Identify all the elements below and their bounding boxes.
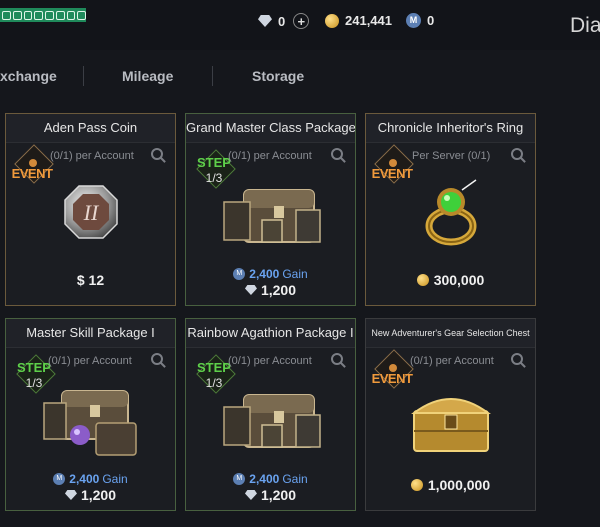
add-diamonds-button[interactable]: + [293, 13, 310, 29]
event-badge-label: EVENT [371, 371, 413, 386]
event-badge: EVENT [370, 144, 414, 192]
adena-coin-icon [416, 274, 429, 286]
gain-value: 2,400 [249, 267, 280, 281]
product-title: Aden Pass Coin [6, 114, 175, 143]
chest-item-image [42, 390, 137, 456]
product-title: New Adventurer's Gear Selection Chest [366, 319, 535, 348]
mileage-amount: 0 [427, 13, 435, 28]
status-icon [55, 10, 65, 20]
status-icon [45, 10, 54, 20]
gain-label: Gain [282, 472, 308, 486]
mileage-icon: M [53, 473, 66, 485]
diamond-price-value: 1,200 [80, 487, 117, 503]
zoom-icon[interactable] [511, 148, 523, 160]
tab-divider [212, 66, 213, 86]
gain-label: Gain [282, 267, 308, 281]
product-title: Rainbow Agathion Package I [186, 319, 355, 348]
diamond-icon [244, 490, 257, 500]
diamond-price-value: 1,200 [260, 282, 297, 298]
status-icon [12, 10, 22, 20]
status-icon [77, 10, 86, 20]
zoom-icon[interactable] [331, 148, 343, 160]
status-icon [23, 10, 33, 20]
purchase-limit: (0/1) per Account [228, 150, 312, 162]
tab-divider [83, 66, 84, 86]
product-card-aden-pass-coin[interactable]: Aden Pass Coin EVENT (0/1) per Account I… [5, 113, 176, 306]
zoom-icon[interactable] [151, 148, 163, 160]
diamond-icon [64, 490, 77, 500]
diamond-price: 1,200 [6, 487, 175, 503]
gain-label: Gain [102, 472, 128, 486]
diamond-icon [258, 15, 272, 27]
adena-price-value: 300,000 [433, 272, 485, 288]
product-title: Chronicle Inheritor's Ring [366, 114, 535, 143]
zoom-icon[interactable] [151, 353, 163, 365]
adena-price: 300,000 [366, 272, 535, 288]
tab-storage[interactable]: Storage [252, 68, 304, 84]
event-badge: EVENT [10, 144, 54, 192]
svg-text:II: II [82, 200, 99, 225]
diamond-balance: 0 + [258, 13, 310, 29]
ring-item-image [425, 179, 476, 246]
chest-item-image [222, 189, 321, 243]
adena-amount: 241,441 [345, 13, 392, 28]
product-card-grand-master-class-package[interactable]: Grand Master Class Package I STEP 1/3 (0… [185, 113, 356, 306]
adena-coin-icon [410, 479, 423, 491]
purchase-limit: Per Server (0/1) [412, 150, 491, 162]
diamond-icon [244, 285, 257, 295]
product-card-chronicle-inheritors-ring[interactable]: Chronicle Inheritor's Ring EVENT Per Ser… [365, 113, 536, 306]
product-title: Grand Master Class Package I [186, 114, 355, 143]
mileage-gain: M 2,400 Gain [6, 472, 175, 486]
event-badge-label: EVENT [11, 166, 53, 181]
mileage-icon: M [233, 473, 246, 485]
zoom-icon[interactable] [511, 353, 523, 365]
adena-balance: 241,441 [325, 13, 392, 28]
gold-chest-item-image [410, 398, 491, 452]
event-badge-label: EVENT [371, 166, 413, 181]
purchase-limit: (0/1) per Account [50, 150, 134, 162]
diamond-price-value: 1,200 [260, 487, 297, 503]
purchase-limit: (0/1) per Account [228, 355, 312, 367]
gain-value: 2,400 [69, 472, 100, 486]
adena-price-value: 1,000,000 [427, 477, 491, 493]
purchase-limit: (0/1) per Account [410, 355, 494, 367]
tab-mileage[interactable]: Mileage [122, 68, 173, 84]
mileage-icon: M [406, 13, 421, 28]
purchase-limit: (0/1) per Account [48, 355, 132, 367]
product-card-new-adventurers-gear-chest[interactable]: New Adventurer's Gear Selection Chest EV… [365, 318, 536, 511]
top-bar: 0 + 241,441 M 0 Dia [0, 0, 600, 50]
mileage-gain: M 2,400 Gain [186, 267, 355, 281]
status-icon [66, 10, 76, 20]
status-icon [2, 10, 11, 20]
product-card-master-skill-package[interactable]: Master Skill Package I STEP 1/3 (0/1) pe… [5, 318, 176, 511]
shop-tabs: xchange Mileage Storage [0, 56, 600, 96]
mileage-gain: M 2,400 Gain [186, 472, 355, 486]
status-icons [0, 8, 86, 22]
diamond-price: 1,200 [186, 282, 355, 298]
diamond-price: 1,200 [186, 487, 355, 503]
product-price: $ 12 [76, 272, 105, 288]
mileage-icon: M [233, 268, 246, 280]
coin-item-image: II [63, 185, 118, 239]
mileage-balance: M 0 [406, 13, 434, 28]
zoom-icon[interactable] [331, 353, 343, 365]
chest-item-image [222, 394, 321, 448]
status-icon [34, 10, 43, 20]
adena-coin-icon [325, 13, 339, 28]
gain-value: 2,400 [249, 472, 280, 486]
product-title: Master Skill Package I [6, 319, 175, 348]
shop-title: Dia [570, 14, 600, 37]
product-card-rainbow-agathion-package[interactable]: Rainbow Agathion Package I STEP 1/3 (0/1… [185, 318, 356, 511]
diamond-amount: 0 [278, 13, 286, 29]
adena-price: 1,000,000 [366, 477, 535, 493]
tab-exchange[interactable]: xchange [0, 68, 57, 84]
